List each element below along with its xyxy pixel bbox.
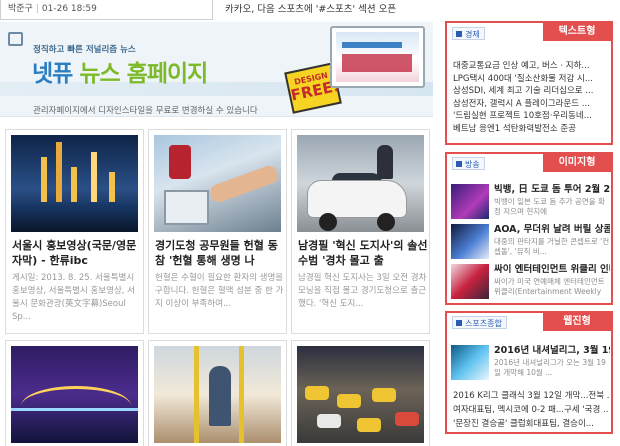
building (109, 172, 115, 202)
item-snippet: 빅뱅이 일본 도쿄 돔 추가 공연을 확정 지으며 현지에 (494, 197, 605, 216)
screen-block (342, 54, 412, 72)
taxi (305, 386, 329, 400)
item-thumbnail[interactable] (451, 264, 489, 299)
promo-banner[interactable]: 정직하고 빠른 저널리즘 뉴스 넷퓨 뉴스 홈페이지 관리자페이지에서 디자인스… (0, 22, 433, 117)
river (11, 202, 138, 232)
article-card[interactable]: 서울시 홍보영상(국문/영문자막) - 한류ibc 게시일: 2013. 8. … (5, 129, 144, 334)
image-list-item[interactable]: AOA, 무더위 날려 버릴 상콤발... 대중의 판타지를 거닐한 콘셉트로 … (451, 224, 611, 264)
building (56, 142, 62, 202)
building (41, 157, 47, 202)
wheel (377, 213, 395, 231)
image-list-item[interactable]: 빅뱅, 日 도쿄 돔 투어 2월 23... 빅뱅이 일본 도쿄 돔 추가 공연… (451, 184, 611, 224)
divider: | (35, 4, 39, 14)
bus-pole (194, 346, 199, 443)
item-thumbnail[interactable] (451, 184, 489, 219)
banner-headline-highlight: 뉴스 홈페이지 (79, 61, 208, 87)
timestamp: 01-26 18:59 (41, 4, 97, 14)
banner-description: 관리자페이지에서 디자인스타일을 무료로 변경하실 수 있습니다 (33, 106, 258, 116)
list-item[interactable]: 베트남 응엔1 석탄화력발전소 준공 (453, 123, 607, 136)
item-snippet: 대중의 판타지를 거닐한 콘셉트로 '컨셉돌', '뮤직 비... (494, 237, 610, 256)
taxi (337, 394, 361, 408)
bus-pole (239, 346, 244, 443)
article-thumbnail-seoul-night[interactable] (11, 135, 138, 232)
webzine-type-box: 웹진형 스포츠종합 2016년 내셔널리그, 3월 19일 ... 2016년 … (445, 311, 613, 434)
item-thumbnail[interactable] (451, 224, 489, 259)
item-title[interactable]: 빅뱅, 日 도쿄 돔 투어 2월 23... (494, 184, 610, 196)
category-tag[interactable]: 경제 (452, 27, 485, 40)
article-title[interactable]: 남경필 '혁신 도지사'의 솔선수범 '경차 몰고 출 (298, 238, 428, 268)
blood-bag (169, 145, 191, 179)
arm (208, 163, 280, 205)
item-thumbnail[interactable] (451, 345, 489, 380)
category-tag[interactable]: 스포츠종합 (452, 316, 507, 329)
article-card[interactable] (148, 340, 287, 446)
category-tag[interactable]: 방송 (452, 157, 485, 170)
screen-bar (342, 42, 402, 48)
article-title[interactable]: 서울시 홍보영상(국문/영문자막) - 한류ibc (12, 238, 142, 268)
list-item[interactable]: 여자대표팀, 멕시코에 0-2 패...구세 '국경 ... (453, 403, 609, 417)
article-card[interactable] (5, 340, 144, 446)
article-thumbnail-taxis[interactable] (297, 346, 424, 443)
car (317, 414, 341, 428)
person (209, 366, 231, 426)
news-grid: 서울시 홍보영상(국문/영문자막) - 한류ibc 게시일: 2013. 8. … (0, 127, 433, 446)
bridge-deck (11, 408, 138, 411)
article-thumbnail-blood-donation[interactable] (154, 135, 281, 232)
newspaper-icon (8, 32, 23, 46)
list-item[interactable]: '문장진 결승골' 클럽회대표팀, 결승이... (453, 417, 609, 431)
article-snippet: 헌혈은 수혈이 필요한 환자의 생명을 구합니다. 헌혈은 혈액 성분 중 한 … (155, 273, 284, 309)
article-card[interactable] (291, 340, 430, 446)
headline-list: 2016 K리그 클래식 3월 12일 개막...전북 ... 여자대표팀, 멕… (453, 389, 609, 431)
car-body (307, 180, 407, 218)
list-item[interactable]: 대중교통요금 인상 예고, 버스 · 지하... (453, 60, 607, 73)
item-title[interactable]: 2016년 내셔널리그, 3월 19일 ... (494, 345, 610, 357)
article-title[interactable]: 경기도청 공무원들 헌혈 동참 '헌혈 통해 생명 나 (155, 238, 285, 268)
text-type-box: 텍스트형 경제 대중교통요금 인상 예고, 버스 · 지하... LPG택시 4… (445, 21, 613, 145)
item-title[interactable]: 싸이 엔터테인먼트 위클리 인터... (494, 264, 610, 276)
monitor-illustration (330, 26, 425, 88)
image-list-item[interactable]: 싸이 엔터테인먼트 위클리 인터... 싸이가 미국 연예매체 엔터테인먼트 위… (451, 264, 611, 303)
article-thumbnail-bus[interactable] (154, 346, 281, 443)
article-thumbnail-bridge[interactable] (11, 346, 138, 443)
list-item[interactable]: 삼성전자, 갤럭시 A 플레이그라운드 ... (453, 98, 607, 111)
list-item[interactable]: LPG택시 400대 '질소산화물 저감 시... (453, 73, 607, 86)
headline-list: 대중교통요금 인상 예고, 버스 · 지하... LPG택시 400대 '질소산… (453, 60, 607, 136)
wheel (319, 213, 337, 231)
list-item[interactable]: 삼성SDI, 세계 최고 기술 리더십으로 ... (453, 85, 607, 98)
reporter-box: 박준구 | 01-26 18:59 (0, 0, 213, 20)
article-snippet: 게시일: 2013. 8. 25. 서울특별시 홍보영상, 서울특별시 홍보영상… (12, 273, 135, 322)
article-card[interactable]: 경기도청 공무원들 헌혈 동참 '헌혈 통해 생명 나 헌혈은 수혈이 필요한 … (148, 129, 287, 334)
article-card[interactable]: 남경필 '혁신 도지사'의 솔선수범 '경차 몰고 출 남경필 혁신 도지사는 … (291, 129, 430, 334)
taxi (372, 388, 396, 402)
banner-headline-brand: 넷퓨 (32, 61, 73, 87)
list-item[interactable]: 2016 K리그 클래식 3월 12일 개막...전북 ... (453, 389, 609, 403)
box-label: 텍스트형 (543, 23, 611, 41)
item-snippet: 2016년 내셔널리그가 오는 3월 19일 개막해 10월 ... (494, 358, 606, 377)
building (91, 152, 97, 202)
monitor-screen (336, 32, 419, 82)
article-thumbnail-compact-car[interactable] (297, 135, 424, 232)
medical-device (164, 190, 209, 225)
item-title[interactable]: AOA, 무더위 날려 버릴 상콤발... (494, 224, 610, 236)
item-snippet: 싸이가 미국 연예매체 엔터테인먼트 위클리(Entertainment Wee… (494, 277, 605, 296)
list-item[interactable]: '드림실현 프로젝트 10호점·우리동네... (453, 110, 607, 123)
image-type-box: 이미지형 방송 빅뱅, 日 도쿄 돔 투어 2월 23... 빅뱅이 일본 도쿄… (445, 152, 613, 305)
car (395, 412, 419, 426)
taxi (357, 418, 381, 432)
reporter-name[interactable]: 박준구 (8, 4, 33, 14)
box-label: 웹진형 (543, 313, 611, 331)
news-ticker[interactable]: 카카오, 다음 스포츠에 '#스포츠' 섹션 오픈 (225, 0, 430, 20)
box-label: 이미지형 (543, 154, 611, 172)
top-bar: 박준구 | 01-26 18:59 카카오, 다음 스포츠에 '#스포츠' 섹션 오… (0, 0, 430, 22)
article-snippet: 남경필 혁신 도지사는 3일 오전 경차 모닝을 직접 몰고 경기도청으로 출근… (298, 273, 427, 309)
building (71, 167, 77, 202)
banner-headline: 넷퓨 뉴스 홈페이지 (32, 54, 208, 88)
person (377, 145, 393, 179)
webzine-feature[interactable]: 2016년 내셔널리그, 3월 19일 ... 2016년 내셔널리그가 오는 … (451, 345, 611, 385)
bridge-arch (21, 386, 131, 426)
